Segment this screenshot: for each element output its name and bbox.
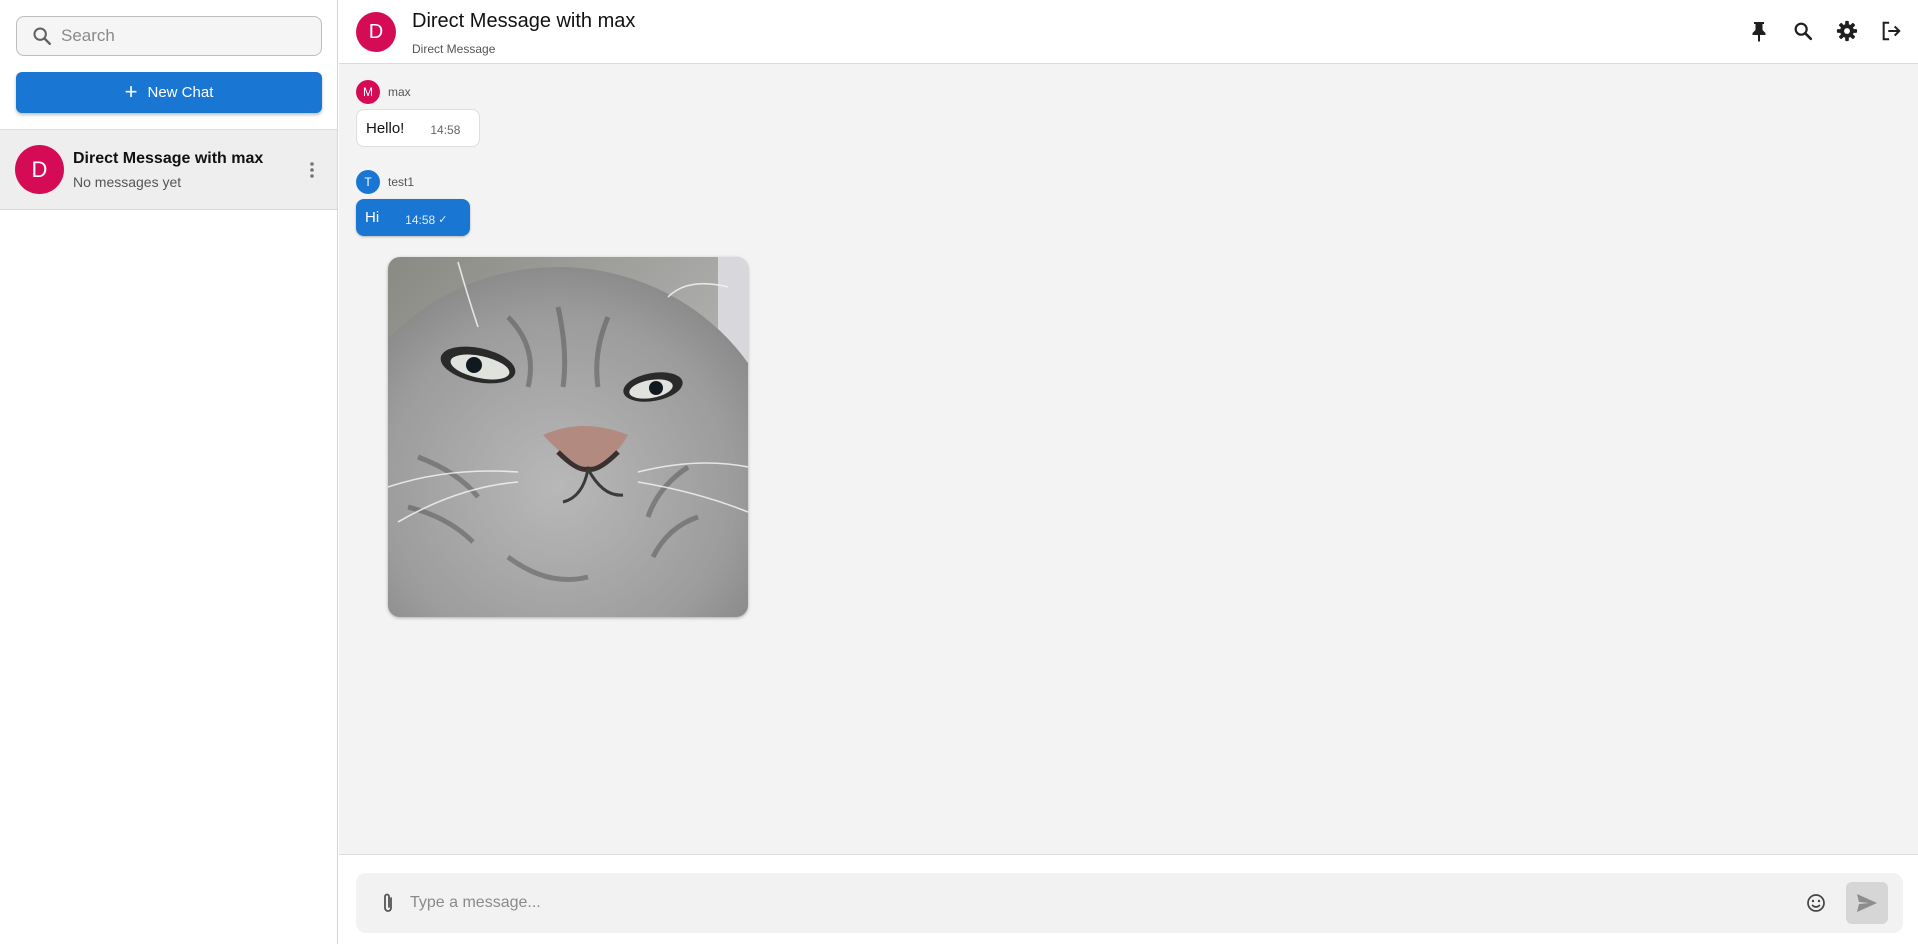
new-chat-label: New Chat (147, 84, 214, 101)
header-actions (1746, 18, 1904, 44)
header-avatar: D (356, 12, 396, 52)
more-vert-icon[interactable] (301, 159, 323, 181)
message-time: 14:58 (405, 212, 436, 227)
search-box[interactable] (16, 16, 322, 56)
search-input[interactable] (61, 26, 301, 46)
pin-icon[interactable] (1746, 18, 1772, 44)
read-check-icon: ✓ (438, 214, 448, 226)
author-avatar: T (356, 170, 380, 194)
message-composer (356, 873, 1903, 933)
author-name: max (388, 85, 411, 99)
composer-bar (339, 854, 1918, 944)
sidebar: + New Chat D Direct Message with max No … (0, 0, 338, 944)
message-bubble[interactable]: Hi 14:58 ✓ (356, 199, 470, 236)
settings-icon[interactable] (1834, 18, 1860, 44)
message-text: Hello! (366, 119, 405, 137)
chat-preview: No messages yet (73, 173, 182, 190)
send-icon (1857, 894, 1877, 912)
chat-title: Direct Message with max (412, 10, 636, 32)
chat-avatar: D (15, 145, 64, 194)
plus-icon: + (124, 78, 138, 104)
message-author: T test1 (356, 170, 414, 194)
search-icon[interactable] (1790, 18, 1816, 44)
message-bubble[interactable]: Hello! 14:58 (356, 109, 480, 147)
message-time: 14:58 (430, 123, 461, 137)
chat-list-item[interactable]: D Direct Message with max No messages ye… (0, 129, 337, 210)
message-text: Hi (365, 209, 380, 226)
cat-photo (388, 257, 748, 617)
image-message[interactable] (388, 257, 748, 617)
chat-header: D Direct Message with max Direct Message (339, 0, 1918, 64)
chat-main: D Direct Message with max Direct Message (339, 0, 1918, 944)
send-button[interactable] (1846, 882, 1888, 924)
chat-item-text: Direct Message with max No messages yet (73, 150, 301, 190)
new-chat-button[interactable]: + New Chat (16, 72, 322, 113)
chat-subtitle: Direct Message (412, 42, 496, 56)
logout-icon[interactable] (1878, 18, 1904, 44)
author-avatar: M (356, 80, 380, 104)
emoji-icon[interactable] (1804, 891, 1828, 915)
message-input[interactable] (410, 894, 1804, 912)
author-name: test1 (388, 175, 415, 189)
search-icon (31, 25, 53, 47)
chat-name: Direct Message with max (73, 149, 264, 167)
attach-icon[interactable] (376, 891, 400, 915)
message-author: M max (356, 80, 411, 104)
